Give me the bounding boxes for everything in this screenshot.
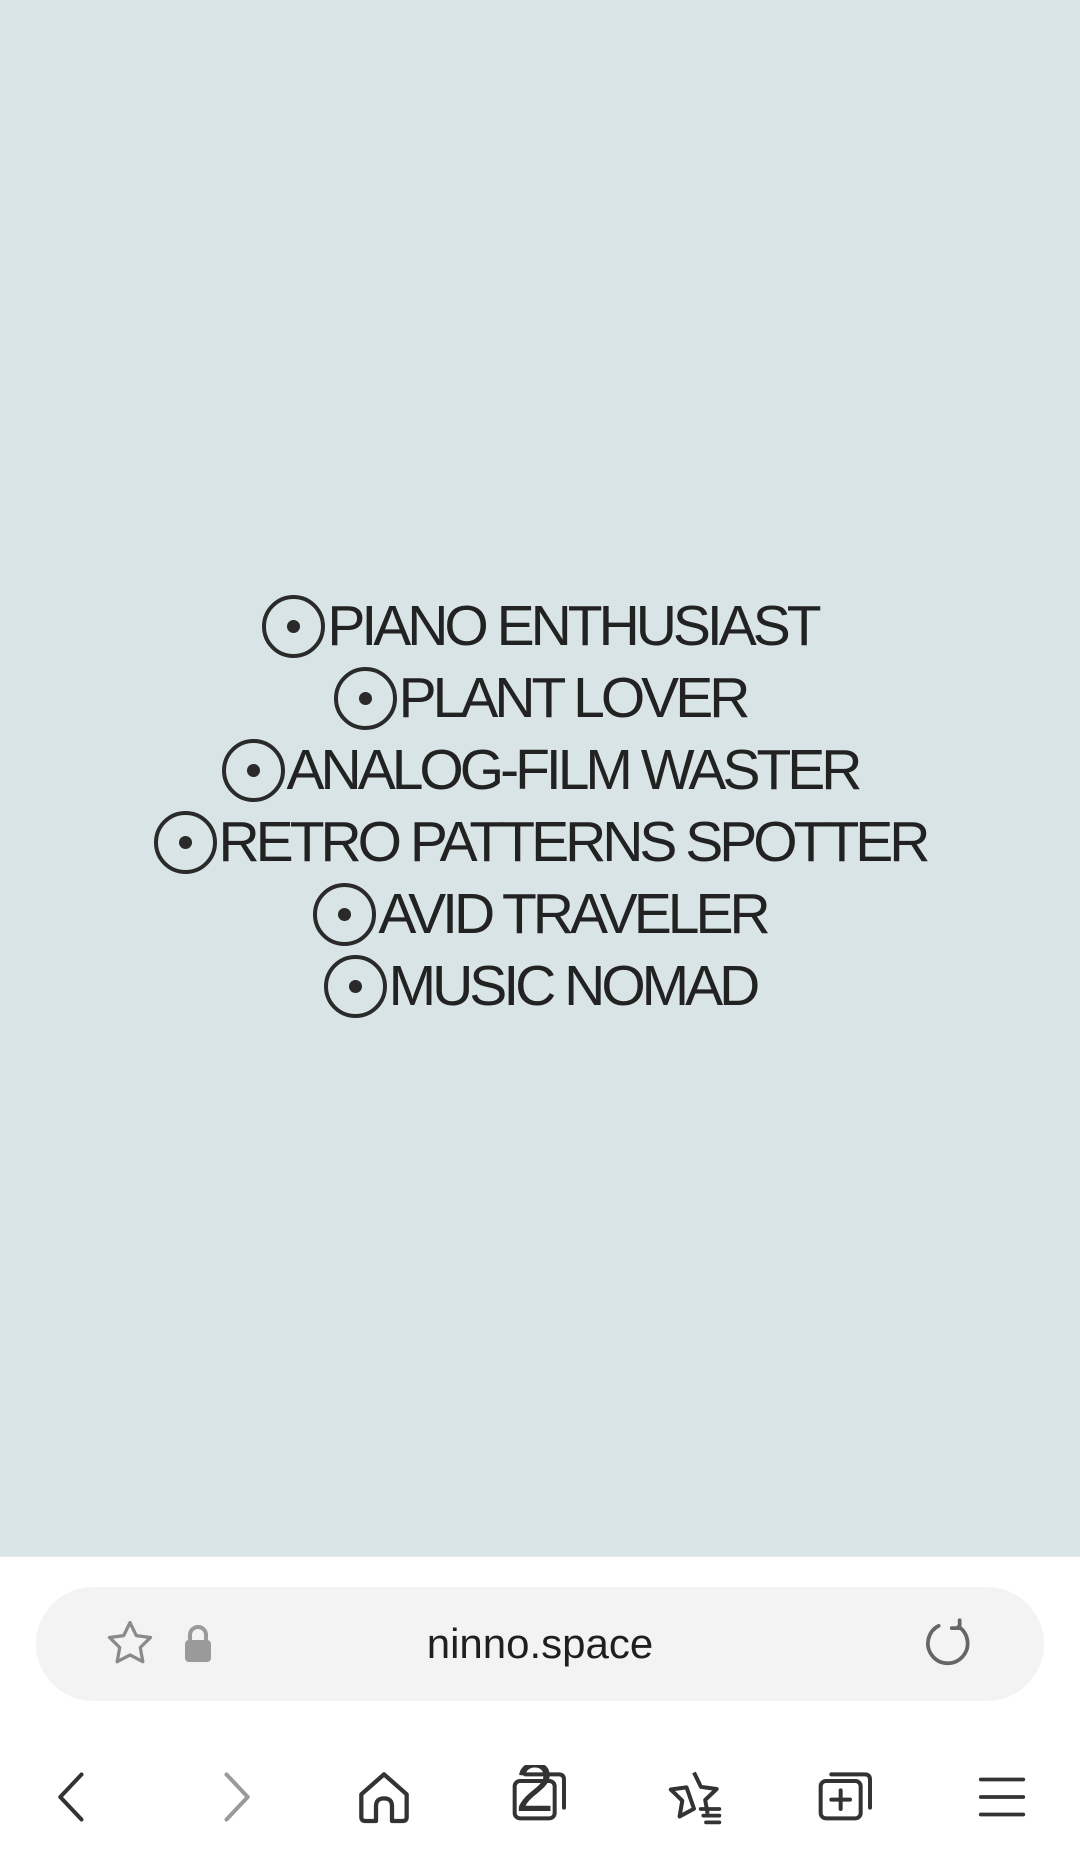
interest-item: AVID TRAVELER: [0, 878, 1080, 950]
interest-item: PLANT LOVER: [0, 662, 1080, 734]
target-dot-icon: [221, 738, 285, 802]
bottom-navigation-bar: 2: [0, 1753, 1080, 1841]
interest-label: MUSIC NOMAD: [388, 953, 761, 1018]
target-dot-icon: [153, 810, 217, 874]
target-dot-icon: [323, 954, 387, 1018]
menu-icon[interactable]: [958, 1753, 1046, 1841]
target-dot-icon: [333, 666, 397, 730]
target-dot-icon: [262, 594, 326, 658]
interest-label: AVID TRAVELER: [378, 881, 770, 946]
interest-item: ANALOG-FILM WASTER: [0, 734, 1080, 806]
interest-label: PIANO ENTHUSIAST: [327, 593, 821, 658]
home-icon[interactable]: [340, 1753, 428, 1841]
url-text[interactable]: ninno.space: [36, 1587, 1044, 1701]
tab-count: 2: [515, 1765, 554, 1826]
interest-label: RETRO PATTERNS SPOTTER: [218, 809, 931, 874]
web-page-viewport: PIANO ENTHUSIAST PLANT LOVER ANALOG-FILM…: [0, 0, 1080, 1556]
browser-toolbar: ninno.space 2: [0, 1556, 1080, 1861]
forward-icon[interactable]: [190, 1753, 278, 1841]
interest-label: ANALOG-FILM WASTER: [286, 737, 863, 802]
interest-label: PLANT LOVER: [398, 665, 751, 730]
reload-icon[interactable]: [920, 1616, 976, 1672]
interest-item: RETRO PATTERNS SPOTTER: [0, 806, 1080, 878]
back-icon[interactable]: [30, 1753, 118, 1841]
address-bar[interactable]: ninno.space: [36, 1587, 1044, 1701]
interest-item: MUSIC NOMAD: [0, 950, 1080, 1022]
tabs-icon[interactable]: 2: [496, 1753, 584, 1841]
interests-list: PIANO ENTHUSIAST PLANT LOVER ANALOG-FILM…: [0, 590, 1080, 1022]
target-dot-icon: [313, 882, 377, 946]
new-tab-icon[interactable]: [802, 1753, 890, 1841]
interest-item: PIANO ENTHUSIAST: [0, 590, 1080, 662]
bookmarks-icon[interactable]: [650, 1753, 738, 1841]
